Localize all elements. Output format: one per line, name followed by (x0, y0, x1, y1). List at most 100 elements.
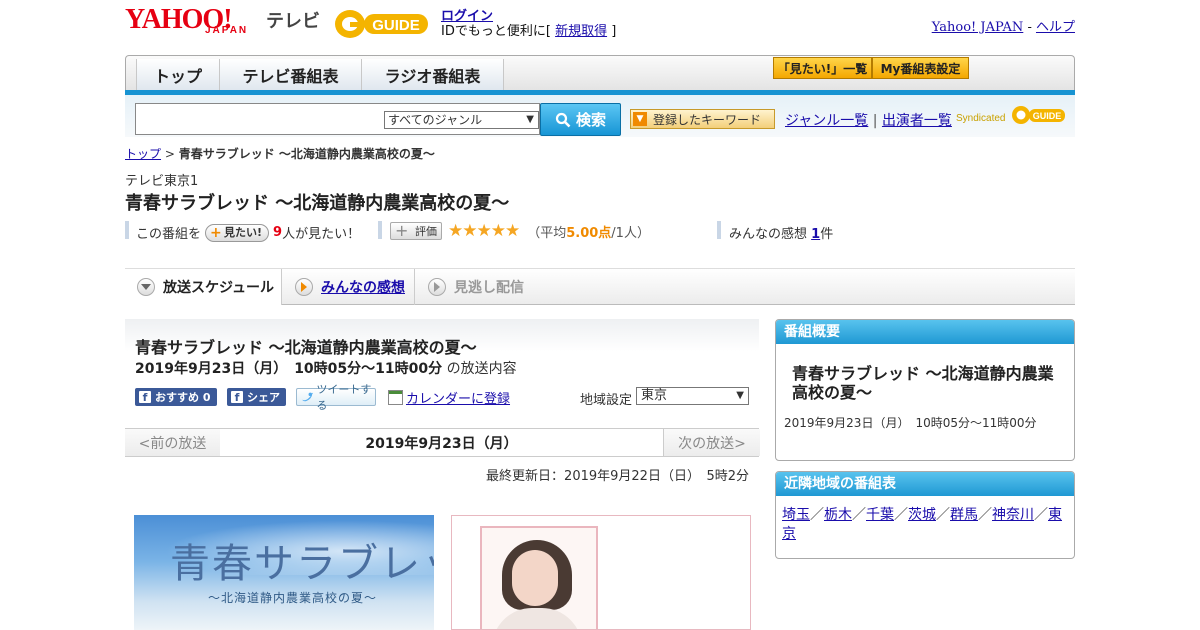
nearby-regions-box: 近隣地域の番組表 埼玉／栃木／千葉／茨城／群馬／神奈川／東京 (775, 471, 1075, 559)
top-right-links: Yahoo! JAPAN - ヘルプ (932, 16, 1075, 35)
rating-stat: 評価 ★★★★★ （平均5.00点/1人） (390, 221, 650, 241)
search-button[interactable]: 検索 (540, 103, 621, 136)
search-button-label: 検索 (575, 111, 606, 129)
impressions-stat: みんなの感想 1件 (729, 223, 833, 242)
yahoo-japan-link[interactable]: Yahoo! JAPAN (932, 20, 1024, 35)
content-tabs: 放送スケジュール みんなの感想 見逃し配信 (125, 269, 1075, 305)
image-program-title: 青春サラブレッド (170, 541, 434, 587)
performer-list-link[interactable]: 出演者一覧 (882, 113, 952, 129)
breadcrumb-top-link[interactable]: トップ (125, 147, 161, 161)
facebook-recommend-button[interactable]: f おすすめ 0 (135, 388, 217, 406)
region-link-ibaraki[interactable]: 茨城 (908, 507, 936, 523)
broadcast-datetime-value: 2019年9月23日（月） 10時05分～11時00分 (135, 361, 443, 377)
play-arrow-icon (295, 278, 313, 296)
region-link-kanagawa[interactable]: 神奈川 (992, 507, 1034, 523)
play-arrow-icon (428, 278, 446, 296)
genre-select[interactable]: すべてのジャンル ▼ (384, 111, 539, 129)
gguide-small-logo: GUIDE (1012, 106, 1065, 124)
stat-divider (378, 221, 382, 239)
signup-link[interactable]: 新規取得 (555, 24, 607, 39)
tab-streaming-label: 見逃し配信 (454, 280, 524, 296)
program-title-image: 青春サラブレッド ～北海道静内農業高校の夏～ (134, 515, 434, 630)
link-divider: | (868, 113, 882, 129)
nearby-region-links: 埼玉／栃木／千葉／茨城／群馬／神奈川／東京 (782, 506, 1070, 544)
rate-button[interactable]: 評価 (390, 222, 442, 240)
chevron-down-icon: ▼ (633, 112, 647, 126)
impressions-label: みんなの感想 (729, 227, 812, 242)
calendar-register-link[interactable]: カレンダーに登録 (406, 388, 510, 407)
rating-average: （平均5.00点/1人） (527, 222, 650, 241)
nav-tab-top[interactable]: トップ (136, 59, 220, 91)
region-link-gunma[interactable]: 群馬 (950, 507, 978, 523)
facebook-icon: f (231, 391, 243, 404)
region-sep: ／ (936, 507, 950, 523)
search-icon (555, 112, 571, 127)
gguide-logo[interactable]: GUIDE (334, 6, 432, 40)
breadcrumb-current: 青春サラブレッド ～北海道静内農業高校の夏～ (178, 147, 435, 161)
facebook-share-label: シェア (247, 391, 280, 404)
login-subtext: IDでもっと便利に[ 新規取得 ] (441, 20, 616, 39)
region-select[interactable]: 東京 ▼ (636, 387, 749, 405)
impressions-count-link[interactable]: 1 (811, 227, 820, 242)
region-label: 地域設定 (580, 393, 633, 408)
performer-photo (451, 515, 751, 630)
nav-tab-tv-schedule[interactable]: テレビ番組表 (219, 59, 362, 91)
overview-title: 青春サラブレッド ～北海道静内農業高校の夏～ (792, 364, 1054, 402)
calendar-register[interactable]: カレンダーに登録 (388, 388, 510, 407)
broadcast-date-nav: <前の放送 2019年9月23日（月） 次の放送> (125, 428, 760, 457)
mitai-stat-prefix: この番組を (136, 227, 202, 242)
chevron-down-icon (137, 278, 155, 296)
global-nav: トップ テレビ番組表 ラジオ番組表 「見たい!」一覧 My番組表設定 (125, 55, 1075, 91)
broadcast-datetime: 2019年9月23日（月） 10時05分～11時00分 の放送内容 (135, 358, 517, 378)
tab-impressions-link[interactable]: みんなの感想 (321, 277, 405, 297)
rating-stars: ★★★★★ (448, 221, 520, 241)
nearby-regions-heading: 近隣地域の番組表 (776, 472, 1074, 496)
svg-text:GUIDE: GUIDE (372, 17, 420, 34)
page-title: 青春サラブレッド ～北海道静内農業高校の夏～ (125, 193, 510, 214)
current-broadcast-date: 2019年9月23日（月） (220, 429, 663, 456)
region-link-saitama[interactable]: 埼玉 (782, 507, 810, 523)
login-sub-suffix: ] (607, 24, 617, 39)
syndicated-label: Syndicated (956, 113, 1006, 124)
mitai-stat-suffix: 人が見たい！ (282, 227, 361, 242)
calendar-icon (388, 390, 403, 405)
channel-name: テレビ東京1 (125, 174, 199, 189)
mitai-list-button[interactable]: 「見たい!」一覧 (773, 57, 872, 79)
genre-list-link[interactable]: ジャンル一覧 (785, 113, 868, 129)
program-overview-box: 番組概要 青春サラブレッド ～北海道静内農業高校の夏～ 2019年9月23日（月… (775, 319, 1075, 461)
breadcrumb: トップ > 青春サラブレッド ～北海道静内農業高校の夏～ (125, 145, 435, 162)
program-overview-heading: 番組概要 (776, 320, 1074, 344)
tab-streaming: 見逃し配信 (416, 269, 536, 305)
image-program-subtitle: ～北海道静内農業高校の夏～ (208, 591, 378, 605)
region-link-chiba[interactable]: 千葉 (866, 507, 894, 523)
my-schedule-settings-button[interactable]: My番組表設定 (872, 57, 969, 79)
region-sep: ／ (852, 507, 866, 523)
photo-face-shape (512, 550, 558, 606)
broadcast-title: 青春サラブレッド ～北海道静内農業高校の夏～ (135, 338, 477, 357)
search-sublinks: ジャンル一覧 | 出演者一覧 (785, 110, 952, 130)
next-broadcast-button[interactable]: 次の放送> (663, 429, 760, 456)
nav-tab-radio-schedule[interactable]: ラジオ番組表 (361, 59, 504, 91)
tab-schedule[interactable]: 放送スケジュール (125, 269, 282, 305)
link-separator: - (1023, 20, 1036, 35)
tweet-button[interactable]: ツイートする (296, 383, 376, 412)
facebook-recommend-label: おすすめ 0 (155, 391, 211, 404)
rating-avg-open: （平均 (527, 225, 567, 241)
mitai-button[interactable]: 見たい! (205, 223, 270, 242)
prev-broadcast-button[interactable]: <前の放送 (125, 429, 221, 456)
facebook-icon: f (139, 391, 151, 404)
tv-label: テレビ (266, 11, 320, 32)
last-updated: 最終更新日：2019年9月22日（日） 5時2分 (486, 469, 749, 484)
help-link[interactable]: ヘルプ (1036, 20, 1075, 35)
dropdown-arrow-icon: ▼ (526, 114, 534, 125)
facebook-share-button[interactable]: f シェア (227, 388, 286, 406)
photo-body-shape (492, 608, 582, 629)
broadcast-datetime-suffix: の放送内容 (442, 361, 517, 377)
breadcrumb-sep: > (161, 147, 179, 161)
photo-frame (480, 526, 598, 629)
registered-keywords-button[interactable]: ▼ 登録したキーワード (630, 109, 775, 129)
region-link-tochigi[interactable]: 栃木 (824, 507, 852, 523)
tab-impressions[interactable]: みんなの感想 (283, 269, 415, 305)
region-sep: ／ (810, 507, 824, 523)
rating-avg-value: 5.00点 (566, 225, 612, 241)
